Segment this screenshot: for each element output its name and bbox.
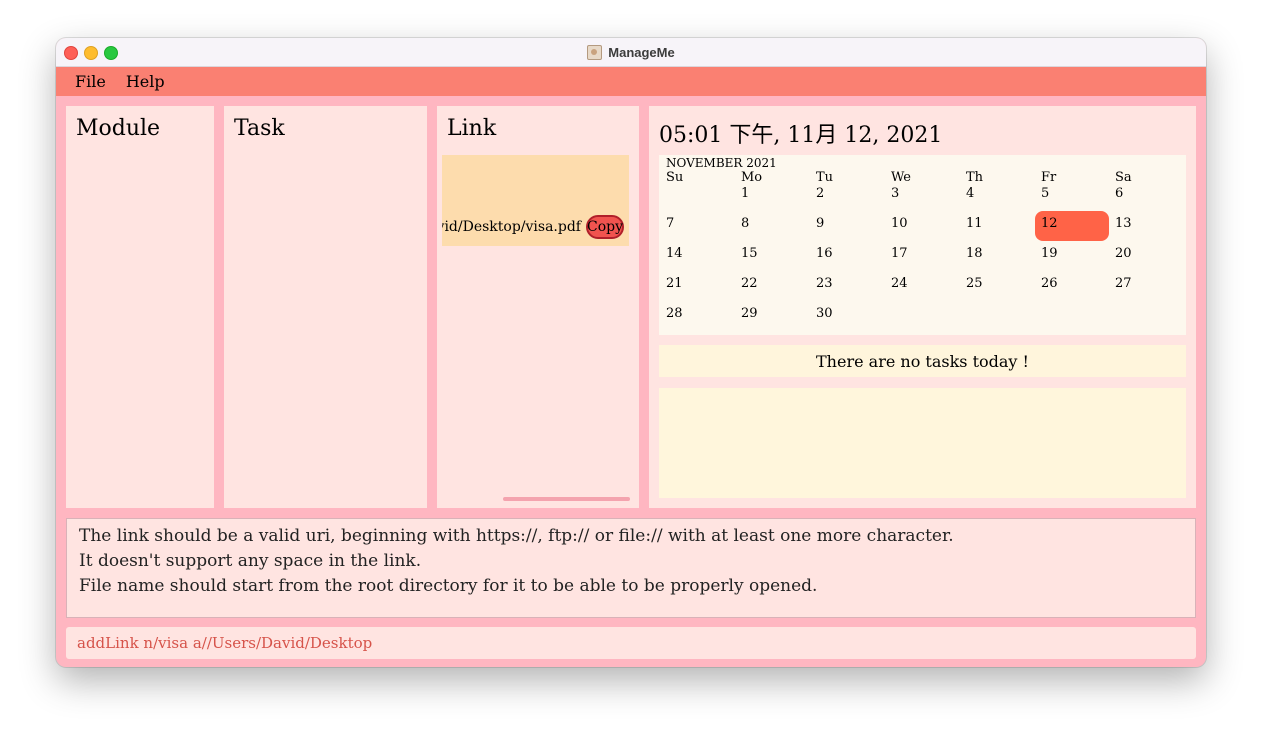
- window-title: ManageMe: [608, 44, 675, 60]
- menu-bar: File Help: [56, 67, 1206, 96]
- calendar-day[interactable]: 28: [666, 306, 683, 321]
- result-line: The link should be a valid uri, beginnin…: [79, 526, 954, 546]
- calendar-day[interactable]: 13: [1115, 216, 1132, 231]
- weekday-header: Th: [966, 170, 984, 185]
- link-card[interactable]: /Users/David/Desktop/visa.pdf Copy: [442, 155, 629, 246]
- result-line: File name should start from the root dir…: [79, 576, 818, 596]
- link-panel-title: Link: [447, 116, 497, 141]
- module-panel: Module: [66, 106, 214, 508]
- menu-help[interactable]: Help: [124, 72, 167, 91]
- link-horizontal-scrollbar[interactable]: [503, 497, 630, 501]
- task-panel: Task: [224, 106, 427, 508]
- calendar-month-label: NOVEMBER 2021: [666, 156, 777, 170]
- calendar-day[interactable]: 16: [816, 246, 833, 261]
- calendar-day[interactable]: 11: [966, 216, 983, 231]
- command-box: [66, 627, 1196, 659]
- calendar-grid: NOVEMBER 2021 Su Mo Tu We Th Fr Sa 1 2 3 4 5 6 7 8 9 10 1…: [659, 155, 1186, 335]
- calendar-day[interactable]: 26: [1041, 276, 1058, 291]
- app-icon: [587, 44, 603, 60]
- calendar-day-today[interactable]: 12: [1041, 216, 1058, 231]
- calendar-day[interactable]: 29: [741, 306, 758, 321]
- calendar-day[interactable]: 22: [741, 276, 758, 291]
- module-panel-title: Module: [76, 116, 161, 141]
- title-bar: ManageMe: [56, 38, 1206, 67]
- result-display: The link should be a valid uri, beginnin…: [66, 518, 1196, 618]
- calendar-day[interactable]: 30: [816, 306, 833, 321]
- no-tasks-message: There are no tasks today !: [659, 345, 1186, 377]
- calendar-day[interactable]: 25: [966, 276, 983, 291]
- app-window: ManageMe File Help Module Task Link /Use…: [56, 38, 1206, 667]
- calendar-day[interactable]: 24: [891, 276, 908, 291]
- weekday-header: We: [891, 170, 911, 185]
- calendar-day[interactable]: 7: [666, 216, 674, 231]
- calendar-day[interactable]: 18: [966, 246, 983, 261]
- link-path: /Users/David/Desktop/visa.pdf: [442, 219, 581, 235]
- link-panel: Link /Users/David/Desktop/visa.pdf Copy: [437, 106, 639, 508]
- calendar-day[interactable]: 9: [816, 216, 824, 231]
- calendar-day[interactable]: 27: [1115, 276, 1132, 291]
- calendar-panel: 05:01 下午, 11月 12, 2021 NOVEMBER 2021 Su M…: [649, 106, 1196, 508]
- calendar-day[interactable]: 6: [1115, 186, 1123, 201]
- task-panel-title: Task: [234, 116, 285, 141]
- calendar-day[interactable]: 2: [816, 186, 824, 201]
- calendar-day[interactable]: 10: [891, 216, 908, 231]
- calendar-day[interactable]: 1: [741, 186, 749, 201]
- current-datetime: 05:01 下午, 11月 12, 2021: [659, 123, 943, 148]
- calendar-day[interactable]: 8: [741, 216, 749, 231]
- weekday-header: Sa: [1115, 170, 1132, 185]
- menu-file[interactable]: File: [73, 72, 108, 91]
- calendar-day[interactable]: 19: [1041, 246, 1058, 261]
- weekday-header: Fr: [1041, 170, 1057, 185]
- weekday-header: Su: [666, 170, 684, 185]
- weekday-header: Mo: [741, 170, 763, 185]
- weekday-header: Tu: [816, 170, 834, 185]
- calendar-day[interactable]: 5: [1041, 186, 1049, 201]
- calendar-day[interactable]: 17: [891, 246, 908, 261]
- calendar-day[interactable]: 14: [666, 246, 683, 261]
- calendar-day[interactable]: 4: [966, 186, 974, 201]
- copy-link-button[interactable]: Copy: [586, 215, 624, 239]
- calendar-day[interactable]: 21: [666, 276, 683, 291]
- calendar-day[interactable]: 3: [891, 186, 899, 201]
- calendar-day[interactable]: 23: [816, 276, 833, 291]
- today-task-list: [659, 388, 1186, 498]
- calendar-day[interactable]: 20: [1115, 246, 1132, 261]
- result-line: It doesn't support any space in the link…: [79, 551, 422, 571]
- calendar-day[interactable]: 15: [741, 246, 758, 261]
- command-input[interactable]: [66, 627, 1196, 659]
